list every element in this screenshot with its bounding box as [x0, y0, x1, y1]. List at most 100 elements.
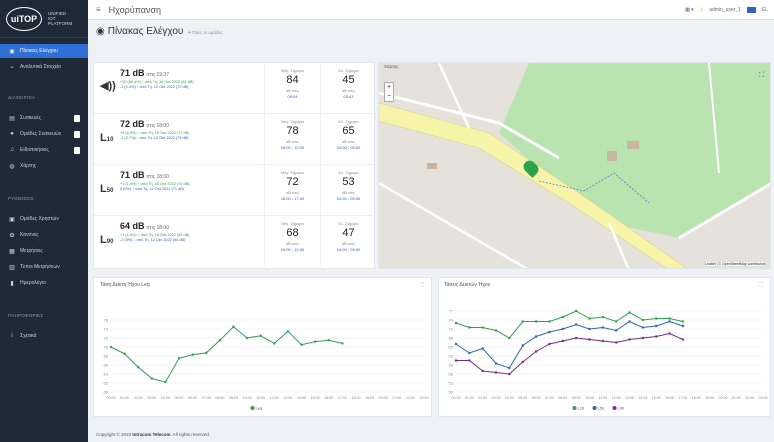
y-tick-label: 62 — [104, 381, 109, 386]
footer: Copyright © 2022 Intracom Telecom. All r… — [96, 432, 211, 437]
data-point-Leq — [232, 325, 235, 328]
sidebar-item-label: Ομάδες Συσκευών — [20, 131, 62, 137]
data-point-L90 — [681, 338, 685, 341]
zoom-in-button[interactable]: + — [387, 84, 391, 91]
sidebar-item-label: Ειδοποιήσεις — [20, 147, 49, 153]
x-tick-label: 22:00 — [745, 396, 754, 400]
data-point-L10 — [668, 317, 671, 320]
y-tick-label: 66 — [104, 363, 109, 368]
trend-up: +1 (1.4%) ↑ από Τη, 18 Οκτ 2022 (70 dB) — [120, 182, 190, 186]
zoom-out-button[interactable]: − — [387, 93, 391, 100]
sidebar-item-user-groups[interactable]: ▣ Ομάδες Χρηστών — [0, 212, 88, 226]
sidebar-item-label: Χάρτης — [20, 163, 37, 169]
building — [627, 141, 639, 149]
data-point-L90 — [534, 350, 538, 353]
sidebar-item-devices[interactable]: ▤ Συσκευές — [0, 111, 88, 125]
sidebar-item-label: Ημερολόγιο — [20, 280, 46, 286]
expand-icon[interactable]: ⛶ — [420, 282, 424, 288]
sidebar-item-dashboard[interactable]: ◉ Πίνακας Ελέγχου — [0, 44, 88, 58]
x-tick-label: 18:00 — [351, 396, 360, 400]
data-point-L50 — [641, 326, 645, 329]
indices-chart: 50 53 56 59 62 65 68 71 74 77 00:00 01:00 02:00 03:00… — [449, 309, 768, 411]
x-tick-label: 01:00 — [465, 396, 474, 400]
x-tick-label: 14:00 — [638, 396, 647, 400]
sidebar-item-map[interactable]: ◍ Χάρτης — [0, 159, 88, 173]
data-point-L90 — [614, 341, 618, 344]
sidebar-section-header: ΡΥΘΜΙΣΕΙΣ — [8, 196, 34, 201]
y-tick-label: 70 — [104, 345, 109, 350]
expand-icon[interactable]: ⛶ — [759, 282, 763, 288]
sidebar-item-device-groups[interactable]: ● Ομάδες Συσκευών — [0, 127, 88, 141]
summary-row-l10: L10 72 dB στις 18:00 +5 (6.5%) ↑ από Τη, … — [94, 114, 376, 165]
x-tick-label: 18:00 — [692, 396, 701, 400]
sidebar-item-log[interactable]: ▮ Ημερολόγιο — [0, 276, 88, 290]
grid-icon[interactable]: ▦ ▾ — [685, 7, 694, 13]
users-icon: ▣ — [9, 216, 15, 223]
max-today: Μέγ. Σήμερα 78 dB στις 09:00 - 10:00 — [264, 114, 320, 164]
bell-icon: ♫ — [9, 147, 15, 153]
sidebar-item-analytics[interactable]: ⌁ Αναλυτικά Στοιχεία — [0, 60, 88, 74]
y-tick-label: 50 — [449, 390, 454, 395]
map-view[interactable]: Leaflet | © OpenStreetMap contributors — [378, 62, 771, 269]
data-point-L10 — [574, 309, 578, 313]
zoom-control[interactable]: + − — [384, 82, 394, 102]
y-tick-label: 60 — [104, 390, 109, 395]
x-tick-label: 11:00 — [598, 396, 607, 400]
sidebar-item-rules[interactable]: ✿ Κανόνες — [0, 228, 88, 242]
x-tick-label: 08:00 — [558, 396, 567, 400]
language-label[interactable]: EL — [762, 7, 768, 13]
dashboard-icon: ◉ — [9, 48, 15, 55]
hamburger-icon[interactable]: ≡ — [96, 5, 101, 14]
user-menu[interactable]: admin_user_1 — [709, 7, 741, 13]
breadcrumb[interactable]: ✦ Όλες οι ομάδες — [187, 30, 222, 36]
data-point-L50 — [454, 342, 458, 346]
sidebar-item-label: Αναλυτικά Στοιχεία — [20, 64, 62, 70]
series-line-L50 — [455, 320, 684, 369]
data-point-Leq — [327, 339, 330, 342]
x-tick-label: 12:00 — [270, 396, 279, 400]
notification-bell-icon[interactable]: ♪ — [700, 6, 704, 13]
y-tick-label: 74 — [449, 318, 454, 323]
info-icon: i — [11, 333, 13, 339]
y-tick-label: 77 — [449, 309, 454, 314]
legend-label: Leq — [256, 406, 263, 411]
fullscreen-icon[interactable]: ⛶ — [759, 72, 764, 80]
data-point-L10 — [588, 317, 591, 320]
x-tick-label: 16:00 — [324, 396, 333, 400]
sidebar-item-measurement-types[interactable]: ▥ Τύποι Μετρήσεων — [0, 260, 88, 274]
sidebar-item-label: Κανόνες — [20, 232, 39, 238]
x-tick-label: 11:00 — [256, 396, 265, 400]
sidebar-item-about[interactable]: i Σχετικά — [0, 329, 88, 343]
data-point-L50 — [561, 327, 564, 331]
logo[interactable]: uiTOP UNIFIED IOT PLATFORM — [0, 0, 88, 38]
trend-down: 0 (0%) ↓ από Τη, 12 Οκτ 2022 (71 dB) — [120, 187, 185, 191]
data-point-Leq — [150, 377, 154, 380]
data-point-L10 — [681, 320, 685, 323]
x-tick-label: 19:00 — [365, 396, 374, 400]
data-point-L50 — [628, 320, 631, 323]
y-tick-label: 64 — [104, 372, 109, 377]
data-point-L50 — [668, 320, 671, 323]
y-tick-label: 68 — [449, 336, 454, 341]
legend-marker — [250, 406, 255, 410]
sidebar-item-notifications[interactable]: ♫ Ειδοποιήσεις — [0, 143, 88, 157]
page-title: Πίνακας Ελέγχου — [107, 26, 184, 37]
data-point-Leq — [205, 351, 208, 355]
y-tick-label: 68 — [104, 354, 109, 359]
x-tick-label: 10:00 — [585, 396, 594, 400]
x-tick-label: 09:00 — [229, 396, 238, 400]
data-point-Leq — [259, 334, 262, 337]
count-badge — [74, 114, 80, 122]
min-today: Ελ. Σήμερα 53 dB στις 04:00 - 05:00 — [320, 165, 376, 215]
book-icon: ▮ — [10, 280, 14, 287]
data-point-Leq — [123, 352, 126, 355]
footer-brand[interactable]: Intracom Telecom — [132, 432, 170, 437]
x-tick-label: 17:00 — [338, 396, 347, 400]
language-flag-icon[interactable] — [746, 6, 756, 13]
data-point-Leq — [109, 345, 113, 349]
sidebar-item-measurements[interactable]: ▦ Μετρήσεις — [0, 244, 88, 258]
map-attribution[interactable]: Leaflet | © OpenStreetMap contributors — [705, 262, 766, 266]
min-today: Ελ. Σήμερα 47 dB στις 04:00 - 05:00 — [320, 216, 376, 266]
data-point-Leq — [273, 342, 276, 345]
devices-icon: ▤ — [9, 115, 15, 122]
